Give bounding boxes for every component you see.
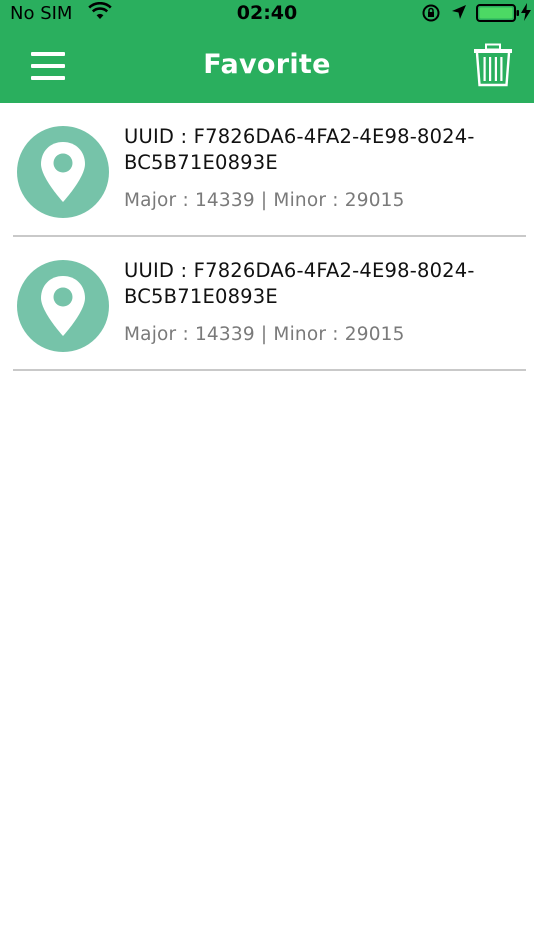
battery-icon bbox=[476, 4, 520, 27]
location-pin-icon bbox=[41, 276, 85, 336]
list-item[interactable]: UUID : F7826DA6-4FA2-4E98-8024- BC5B71E0… bbox=[0, 103, 534, 237]
uuid-line-1: UUID : F7826DA6-4FA2-4E98-8024- bbox=[124, 259, 475, 282]
location-pin-icon bbox=[41, 142, 85, 202]
beacon-major-minor: Major : 14339 | Minor : 29015 bbox=[124, 324, 405, 345]
status-bar: No SIM 02:40 bbox=[0, 0, 534, 28]
rotation-lock-icon bbox=[421, 3, 441, 28]
charging-bolt-icon bbox=[521, 3, 531, 26]
beacon-uuid: UUID : F7826DA6-4FA2-4E98-8024- BC5B71E0… bbox=[124, 258, 524, 310]
uuid-line-2: BC5B71E0893E bbox=[124, 285, 278, 308]
trash-icon[interactable] bbox=[472, 43, 514, 87]
beacon-major-minor: Major : 14339 | Minor : 29015 bbox=[124, 190, 405, 211]
beacon-avatar bbox=[17, 126, 109, 218]
list-item[interactable]: UUID : F7826DA6-4FA2-4E98-8024- BC5B71E0… bbox=[0, 237, 534, 371]
favorites-list: UUID : F7826DA6-4FA2-4E98-8024- BC5B71E0… bbox=[0, 103, 534, 371]
uuid-line-1: UUID : F7826DA6-4FA2-4E98-8024- bbox=[124, 125, 475, 148]
beacon-uuid: UUID : F7826DA6-4FA2-4E98-8024- BC5B71E0… bbox=[124, 124, 524, 176]
location-arrow-icon bbox=[451, 4, 467, 25]
beacon-avatar bbox=[17, 260, 109, 352]
nav-bar: Favorite bbox=[0, 28, 534, 103]
uuid-line-2: BC5B71E0893E bbox=[124, 151, 278, 174]
row-divider bbox=[13, 369, 526, 371]
top-bar: No SIM 02:40 Favorite bbox=[0, 0, 534, 103]
page-title: Favorite bbox=[203, 49, 331, 80]
